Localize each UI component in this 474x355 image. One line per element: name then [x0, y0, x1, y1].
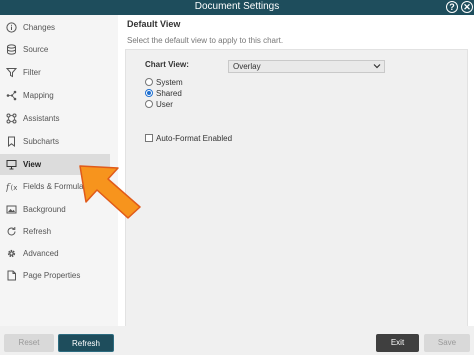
sidebar-item-label: View: [23, 160, 42, 169]
window-title: Document Settings: [194, 1, 280, 12]
annotation-arrow-icon: [79, 165, 141, 219]
settings-panel: Chart View: Overlay System Shared User A…: [125, 49, 468, 327]
page-title: Default View: [127, 19, 181, 29]
info-icon: [6, 22, 17, 33]
title-bar: Document Settings ? ✕: [0, 0, 474, 15]
function-icon: f(x): [6, 183, 18, 192]
sidebar-item-label: Refresh: [23, 227, 52, 236]
auto-format-checkbox[interactable]: [145, 134, 153, 142]
sidebar-item-mapping[interactable]: Mapping: [0, 85, 110, 106]
footer-bar: Reset Refresh Exit Save: [0, 326, 474, 355]
sidebar-item-label: Advanced: [23, 249, 59, 258]
sidebar-item-source[interactable]: Source: [0, 39, 110, 60]
sidebar-item-label: Background: [23, 205, 66, 214]
monitor-icon: [6, 160, 17, 170]
sidebar-item-subcharts[interactable]: Subcharts: [0, 131, 110, 152]
main-content: Default View Select the default view to …: [118, 15, 474, 327]
sidebar-item-label: Subcharts: [23, 137, 60, 146]
radio-label: System: [156, 78, 183, 87]
sidebar-item-label: Page Properties: [23, 271, 81, 280]
gear-icon: [7, 249, 16, 258]
radio-button[interactable]: [145, 100, 153, 108]
sidebar-item-assistants[interactable]: Assistants: [0, 108, 110, 129]
image-icon: [6, 205, 17, 214]
database-icon: [7, 44, 16, 55]
sidebar-item-label: Filter: [23, 68, 41, 77]
chevron-down-icon: [373, 64, 381, 69]
sidebar-item-label: Assistants: [23, 114, 60, 123]
chart-view-select[interactable]: Overlay: [228, 60, 385, 73]
exit-button[interactable]: Exit: [376, 334, 419, 352]
sidebar-item-changes[interactable]: Changes: [0, 17, 110, 38]
radio-button[interactable]: [145, 89, 153, 97]
sidebar-item-label: Source: [23, 45, 49, 54]
auto-format-label: Auto-Format Enabled: [156, 134, 233, 143]
help-button[interactable]: ?: [446, 1, 458, 13]
svg-text:(x): (x): [11, 184, 18, 192]
page-subtitle: Select the default view to apply to this…: [127, 36, 284, 45]
sidebar-item-advanced[interactable]: Advanced: [0, 243, 110, 264]
refresh-button[interactable]: Refresh: [58, 334, 114, 352]
chart-view-label: Chart View:: [145, 60, 189, 69]
filter-icon: [6, 68, 17, 78]
sidebar-item-filter[interactable]: Filter: [0, 62, 110, 83]
reset-button[interactable]: Reset: [4, 334, 54, 352]
radio-label: User: [156, 100, 173, 109]
radio-button[interactable]: [145, 78, 153, 86]
sidebar-item-refresh[interactable]: Refresh: [0, 221, 110, 242]
chart-view-value: Overlay: [233, 62, 261, 71]
refresh-icon: [7, 227, 16, 236]
page-icon: [7, 270, 16, 281]
assistants-icon: [6, 113, 17, 124]
sidebar-item-label: Mapping: [23, 91, 54, 100]
save-button[interactable]: Save: [424, 334, 470, 352]
bookmark-icon: [8, 136, 15, 147]
sidebar-item-label: Changes: [23, 23, 56, 32]
close-button[interactable]: ✕: [461, 1, 473, 13]
mapping-icon: [6, 90, 17, 101]
radio-label: Shared: [156, 89, 182, 98]
sidebar-item-page-properties[interactable]: Page Properties: [0, 265, 110, 286]
